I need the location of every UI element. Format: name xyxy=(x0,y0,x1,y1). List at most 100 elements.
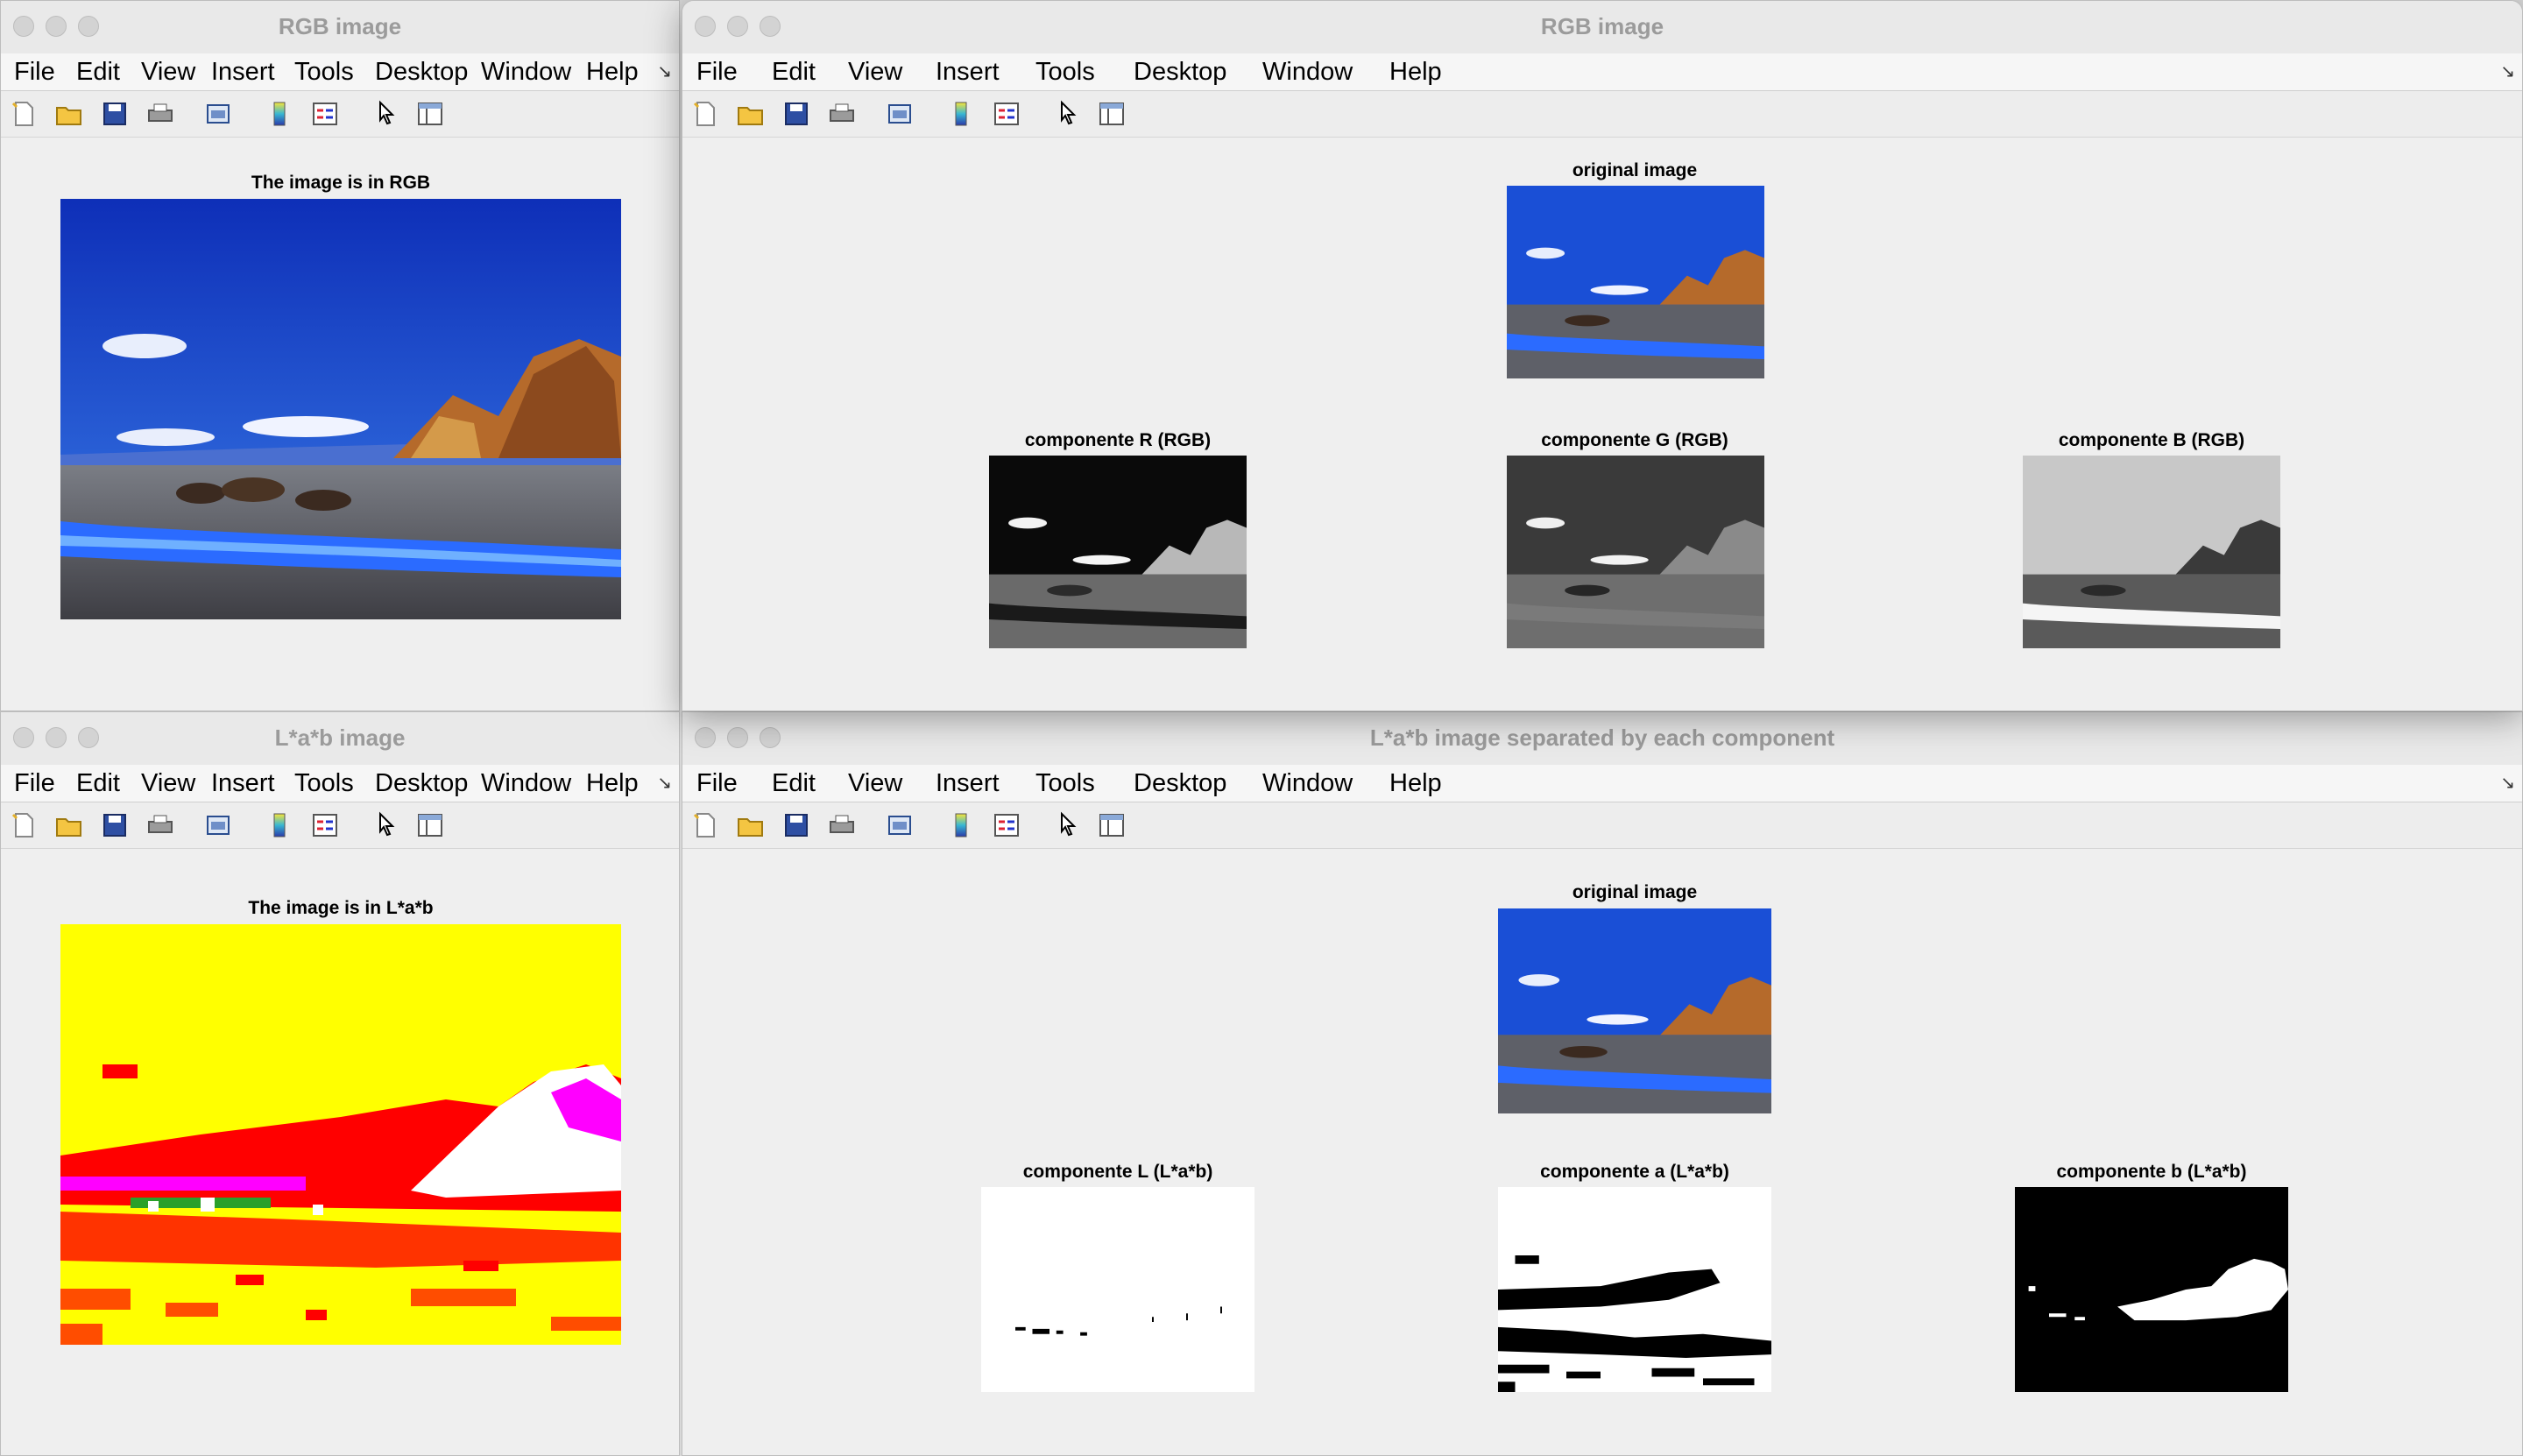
property-editor-icon[interactable] xyxy=(416,811,444,839)
legend-icon[interactable] xyxy=(311,811,339,839)
new-file-icon[interactable] xyxy=(691,811,719,839)
colorbar-icon[interactable] xyxy=(947,100,975,128)
figure-canvas: The image is in L*a*b xyxy=(1,849,679,1455)
save-icon[interactable] xyxy=(101,100,129,128)
menu-desktop[interactable]: Desktop xyxy=(1134,769,1226,798)
menu-edit[interactable]: Edit xyxy=(76,58,120,87)
pointer-icon[interactable] xyxy=(372,100,400,128)
component-l-title: componente L (L*a*b) xyxy=(1022,1162,1213,1182)
menu-view[interactable]: View xyxy=(848,769,902,798)
toolbar xyxy=(682,91,2522,138)
window-title: RGB image xyxy=(1540,13,1664,39)
original-image xyxy=(1498,908,1771,1113)
rgb-beach-image xyxy=(60,199,621,619)
window-lab-components[interactable]: L*a*b image separated by each component … xyxy=(682,711,2523,1456)
open-folder-icon[interactable] xyxy=(55,811,83,839)
menu-file[interactable]: File xyxy=(696,58,738,87)
print-icon[interactable] xyxy=(146,100,174,128)
menu-bar: File Edit View Insert Tools Desktop Wind… xyxy=(682,53,2522,91)
component-b-title: componente b (L*a*b) xyxy=(2056,1162,2247,1182)
window-lab-single[interactable]: L*a*b image File Edit View Insert Tools … xyxy=(0,711,680,1456)
toolbar xyxy=(1,802,679,849)
menu-view[interactable]: View xyxy=(141,58,195,87)
menu-file[interactable]: File xyxy=(14,58,55,87)
figure-canvas: The image is in RGB xyxy=(1,138,679,710)
menu-window[interactable]: Window xyxy=(481,769,571,798)
titlebar[interactable]: RGB image xyxy=(1,1,679,54)
menu-insert[interactable]: Insert xyxy=(936,769,1000,798)
menu-overflow-icon[interactable]: ↘ xyxy=(657,772,672,794)
window-rgb-single[interactable]: RGB image File Edit View Insert Tools De… xyxy=(0,0,680,711)
menu-help[interactable]: Help xyxy=(586,58,639,87)
property-editor-icon[interactable] xyxy=(1098,100,1126,128)
open-folder-icon[interactable] xyxy=(737,100,765,128)
print-icon[interactable] xyxy=(146,811,174,839)
save-icon[interactable] xyxy=(101,811,129,839)
window-rgb-components[interactable]: RGB image File Edit View Insert Tools De… xyxy=(682,0,2523,711)
menu-tools[interactable]: Tools xyxy=(1035,58,1095,87)
print-preview-icon[interactable] xyxy=(886,811,914,839)
menu-help[interactable]: Help xyxy=(586,769,639,798)
menu-tools[interactable]: Tools xyxy=(294,58,354,87)
menu-tools[interactable]: Tools xyxy=(294,769,354,798)
menu-insert[interactable]: Insert xyxy=(211,58,275,87)
menu-view[interactable]: View xyxy=(141,769,195,798)
component-r-title: componente R (RGB) xyxy=(1024,430,1212,450)
print-icon[interactable] xyxy=(828,100,856,128)
figure-canvas: original image componente L (L*a*b) comp… xyxy=(682,849,2522,1455)
titlebar[interactable]: L*a*b image xyxy=(1,712,679,766)
component-b-title: componente B (RGB) xyxy=(2058,430,2245,450)
property-editor-icon[interactable] xyxy=(416,100,444,128)
print-icon[interactable] xyxy=(828,811,856,839)
print-preview-icon[interactable] xyxy=(886,100,914,128)
open-folder-icon[interactable] xyxy=(737,811,765,839)
new-file-icon[interactable] xyxy=(10,811,38,839)
menu-edit[interactable]: Edit xyxy=(772,58,816,87)
menu-view[interactable]: View xyxy=(848,58,902,87)
pointer-icon[interactable] xyxy=(1054,100,1082,128)
menu-file[interactable]: File xyxy=(696,769,738,798)
menu-help[interactable]: Help xyxy=(1389,58,1442,87)
legend-icon[interactable] xyxy=(993,811,1021,839)
menu-insert[interactable]: Insert xyxy=(211,769,275,798)
colorbar-icon[interactable] xyxy=(265,100,293,128)
menu-edit[interactable]: Edit xyxy=(76,769,120,798)
menu-window[interactable]: Window xyxy=(481,58,571,87)
new-file-icon[interactable] xyxy=(691,100,719,128)
titlebar[interactable]: RGB image xyxy=(682,1,2522,54)
component-b-image xyxy=(2015,1187,2288,1392)
menu-insert[interactable]: Insert xyxy=(936,58,1000,87)
menu-window[interactable]: Window xyxy=(1262,58,1353,87)
menu-help[interactable]: Help xyxy=(1389,769,1442,798)
lab-false-color-image xyxy=(60,924,621,1345)
titlebar[interactable]: L*a*b image separated by each component xyxy=(682,712,2522,766)
pointer-icon[interactable] xyxy=(1054,811,1082,839)
window-title: L*a*b image xyxy=(274,724,406,751)
pointer-icon[interactable] xyxy=(372,811,400,839)
menu-bar: File Edit View Insert Tools Desktop Wind… xyxy=(1,765,679,802)
menu-window[interactable]: Window xyxy=(1262,769,1353,798)
property-editor-icon[interactable] xyxy=(1098,811,1126,839)
menu-tools[interactable]: Tools xyxy=(1035,769,1095,798)
open-folder-icon[interactable] xyxy=(55,100,83,128)
legend-icon[interactable] xyxy=(311,100,339,128)
menu-overflow-icon[interactable]: ↘ xyxy=(2500,772,2515,794)
legend-icon[interactable] xyxy=(993,100,1021,128)
component-l-image xyxy=(981,1187,1254,1392)
colorbar-icon[interactable] xyxy=(265,811,293,839)
component-a-image xyxy=(1498,1187,1771,1392)
menu-desktop[interactable]: Desktop xyxy=(1134,58,1226,87)
colorbar-icon[interactable] xyxy=(947,811,975,839)
menu-overflow-icon[interactable]: ↘ xyxy=(657,60,672,82)
menu-bar: File Edit View Insert Tools Desktop Wind… xyxy=(682,765,2522,802)
save-icon[interactable] xyxy=(782,100,810,128)
menu-edit[interactable]: Edit xyxy=(772,769,816,798)
print-preview-icon[interactable] xyxy=(204,811,232,839)
new-file-icon[interactable] xyxy=(10,100,38,128)
menu-desktop[interactable]: Desktop xyxy=(375,769,468,798)
print-preview-icon[interactable] xyxy=(204,100,232,128)
menu-file[interactable]: File xyxy=(14,769,55,798)
menu-desktop[interactable]: Desktop xyxy=(375,58,468,87)
save-icon[interactable] xyxy=(782,811,810,839)
menu-overflow-icon[interactable]: ↘ xyxy=(2500,60,2515,82)
